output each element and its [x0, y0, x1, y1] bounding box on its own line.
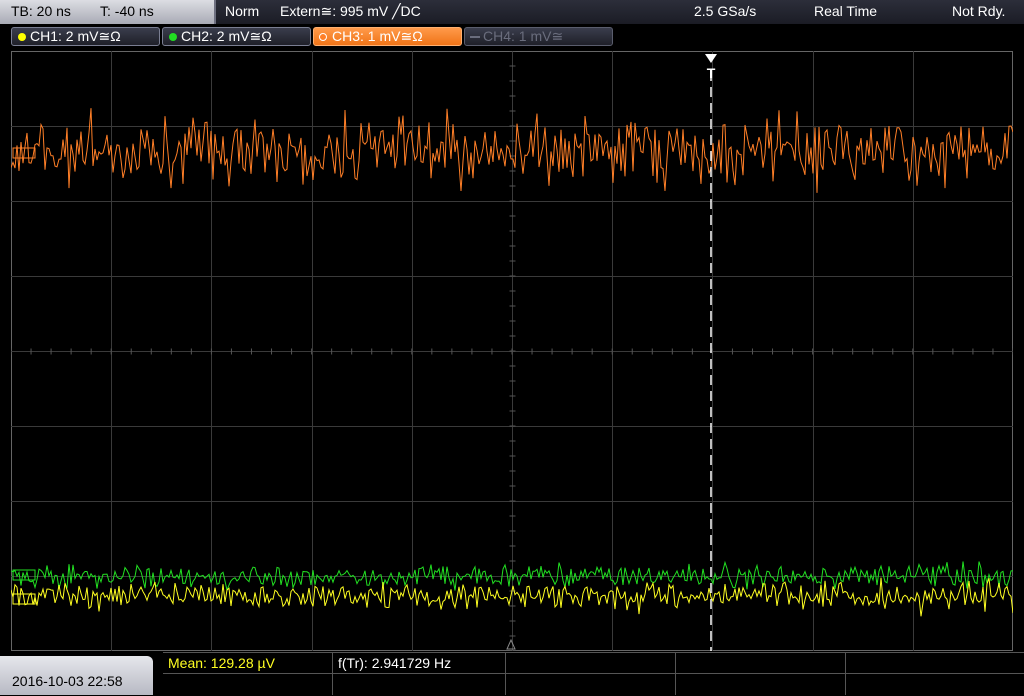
measurement-cell[interactable] — [676, 653, 846, 674]
channel-tab-ch4[interactable]: CH4: 1 mV≅ — [464, 27, 613, 46]
trigger-time-readout[interactable]: T: -40 ns — [100, 3, 154, 19]
trigger-source[interactable]: Extern≅: 995 mV ╱DC — [280, 3, 421, 20]
ch3-indicator-icon — [319, 33, 327, 41]
measurement-table[interactable]: Mean: 129.28 µV f(Tr): 2.941729 Hz — [163, 652, 1024, 696]
measurement-cell[interactable] — [506, 653, 676, 674]
measurement-cell[interactable] — [506, 674, 676, 695]
timebase-readout[interactable]: TB: 20 ns — [11, 3, 71, 19]
trigger-panel[interactable]: Norm Extern≅: 995 mV ╱DC 2.5 GSa/s Real … — [216, 0, 1024, 24]
channel-bar: CH1: 2 mV≅Ω CH2: 2 mV≅Ω CH3: 1 mV≅Ω CH4:… — [0, 24, 1024, 50]
date-time: 2016-10-03 22:58 — [12, 673, 123, 689]
measurement-cell[interactable] — [676, 674, 846, 695]
frequency-measurement[interactable]: f(Tr): 2.941729 Hz — [338, 655, 451, 671]
channel-tab-ch2[interactable]: CH2: 2 mV≅Ω — [162, 27, 311, 46]
ch2-indicator-icon — [169, 33, 177, 41]
date-time-box: 2016-10-03 22:58 — [0, 656, 153, 695]
acquisition-mode[interactable]: Norm — [225, 3, 259, 19]
acquisition-realtime[interactable]: Real Time — [814, 3, 877, 19]
measurement-cell[interactable] — [333, 674, 506, 695]
ch4-off-icon — [470, 36, 480, 38]
channel-tab-ch3[interactable]: CH3: 1 mV≅Ω — [313, 27, 462, 46]
ch1-indicator-icon — [18, 33, 26, 41]
channel-label: CH2: 2 mV≅Ω — [181, 28, 272, 44]
channel-label: CH4: 1 mV≅ — [483, 28, 564, 44]
sample-rate[interactable]: 2.5 GSa/s — [694, 3, 756, 19]
mean-measurement[interactable]: Mean: 129.28 µV — [168, 655, 275, 671]
trigger-state: Not Rdy. — [952, 3, 1006, 19]
waveform-display[interactable]: T — [11, 51, 1013, 651]
measurement-cell[interactable]: f(Tr): 2.941729 Hz — [333, 653, 506, 674]
timebase-panel[interactable]: TB: 20 ns T: -40 ns — [0, 0, 216, 24]
channel-label: CH3: 1 mV≅Ω — [332, 28, 423, 44]
measurement-cell[interactable]: Mean: 129.28 µV — [163, 653, 333, 674]
status-bar: TB: 20 ns T: -40 ns Norm Extern≅: 995 mV… — [0, 0, 1024, 24]
channel-label: CH1: 2 mV≅Ω — [30, 28, 121, 44]
measurement-cell[interactable] — [846, 674, 1024, 695]
measurement-cell[interactable] — [846, 653, 1024, 674]
trigger-marker-label: T — [707, 65, 716, 81]
graticule[interactable]: T — [11, 51, 1013, 651]
measurement-cell[interactable] — [163, 674, 333, 695]
channel-tab-ch1[interactable]: CH1: 2 mV≅Ω — [11, 27, 160, 46]
